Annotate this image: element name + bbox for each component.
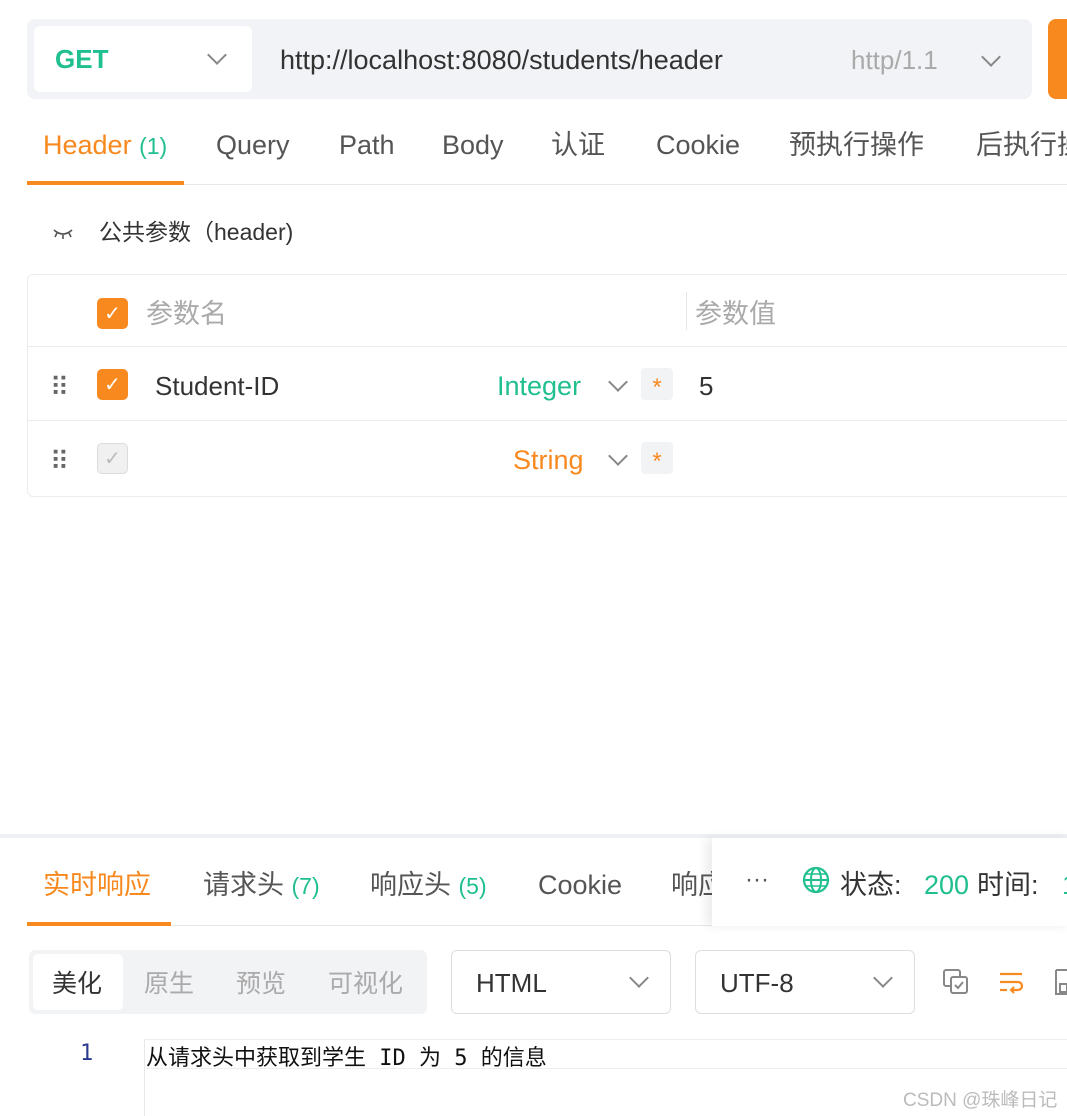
- watermark: CSDN @珠峰日记: [903, 1090, 1058, 1111]
- tab-cookie[interactable]: Cookie: [656, 128, 740, 162]
- tab-query[interactable]: Query: [216, 128, 290, 162]
- tab-post-request[interactable]: 后执行操: [976, 128, 1067, 162]
- tab-header[interactable]: Header (1): [43, 128, 167, 163]
- format-raw[interactable]: 原生: [144, 968, 194, 1000]
- required-toggle[interactable]: *: [641, 368, 673, 401]
- column-header-name: 参数名: [146, 299, 227, 329]
- status-bar: ··· 状态: 200 时间: 1: [712, 838, 1067, 926]
- chevron-down-icon: [207, 45, 227, 65]
- column-header-value: 参数值: [695, 299, 776, 329]
- tab-count: (5): [458, 873, 487, 899]
- time-value: 1: [1062, 868, 1067, 902]
- tab-count: (1): [139, 133, 168, 159]
- status-label: 状态:: [840, 870, 902, 900]
- active-tab-indicator: [27, 922, 171, 926]
- eye-closed-icon[interactable]: [52, 224, 74, 247]
- tab-label: 请求头: [203, 870, 284, 900]
- tab-pre-request[interactable]: 预执行操作: [789, 128, 924, 162]
- more-tabs-button[interactable]: ···: [745, 866, 769, 894]
- code-line: 从请求头中获取到学生 ID 为 5 的信息: [146, 1046, 547, 1071]
- tab-body[interactable]: Body: [442, 128, 504, 162]
- time-label: 时间:: [977, 870, 1039, 900]
- row-checkbox[interactable]: ✓: [97, 443, 128, 474]
- send-button[interactable]: [1048, 19, 1067, 99]
- drag-handle-icon[interactable]: ⠿: [50, 374, 69, 400]
- tab-auth[interactable]: 认证: [551, 128, 605, 162]
- save-icon[interactable]: [1054, 968, 1067, 1001]
- param-name-input[interactable]: Student-ID: [155, 369, 279, 403]
- required-toggle[interactable]: *: [641, 442, 673, 475]
- content-type-value: HTML: [476, 968, 547, 998]
- tab-request-headers[interactable]: 请求头 (7): [203, 868, 320, 903]
- url-input[interactable]: http://localhost:8080/students/header: [280, 43, 723, 77]
- chevron-down-icon: [873, 968, 893, 988]
- tab-response-cookie[interactable]: Cookie: [538, 868, 622, 902]
- row-checkbox[interactable]: ✓: [97, 369, 128, 400]
- encoding-value: UTF-8: [720, 968, 794, 998]
- row-divider: [27, 420, 1067, 421]
- status-code: 200: [924, 870, 970, 900]
- tab-path[interactable]: Path: [339, 128, 395, 162]
- param-type-select[interactable]: String: [513, 443, 584, 477]
- public-params-label: 公共参数（header): [99, 219, 294, 245]
- tab-count: (7): [291, 873, 320, 899]
- tab-label: Header: [43, 130, 132, 160]
- tab-live-response[interactable]: 实时响应: [43, 868, 151, 902]
- active-tab-indicator: [27, 181, 184, 185]
- column-separator[interactable]: [686, 292, 687, 330]
- globe-icon: [802, 866, 830, 899]
- tab-label: 响应头: [370, 870, 451, 900]
- content-type-select[interactable]: HTML: [451, 950, 671, 1014]
- format-visualize[interactable]: 可视化: [328, 968, 403, 1000]
- copy-icon[interactable]: [942, 968, 970, 1001]
- param-value-input[interactable]: 5: [699, 369, 713, 403]
- tab-response-headers[interactable]: 响应头 (5): [370, 868, 487, 903]
- param-type-select[interactable]: Integer: [497, 369, 581, 403]
- format-preview[interactable]: 预览: [236, 968, 286, 1000]
- method-select[interactable]: GET: [34, 26, 252, 92]
- chevron-down-icon: [629, 968, 649, 988]
- method-label: GET: [55, 44, 109, 74]
- protocol-select[interactable]: http/1.1: [851, 43, 938, 77]
- word-wrap-icon[interactable]: [998, 968, 1026, 1001]
- line-number: 1: [80, 1041, 94, 1066]
- encoding-select[interactable]: UTF-8: [695, 950, 915, 1014]
- format-pretty[interactable]: 美化: [52, 968, 102, 1000]
- select-all-checkbox[interactable]: ✓: [97, 298, 128, 329]
- tab-post-request-clip: 后执行操: [976, 120, 1067, 170]
- row-divider: [27, 346, 1067, 347]
- drag-handle-icon[interactable]: ⠿: [50, 448, 69, 474]
